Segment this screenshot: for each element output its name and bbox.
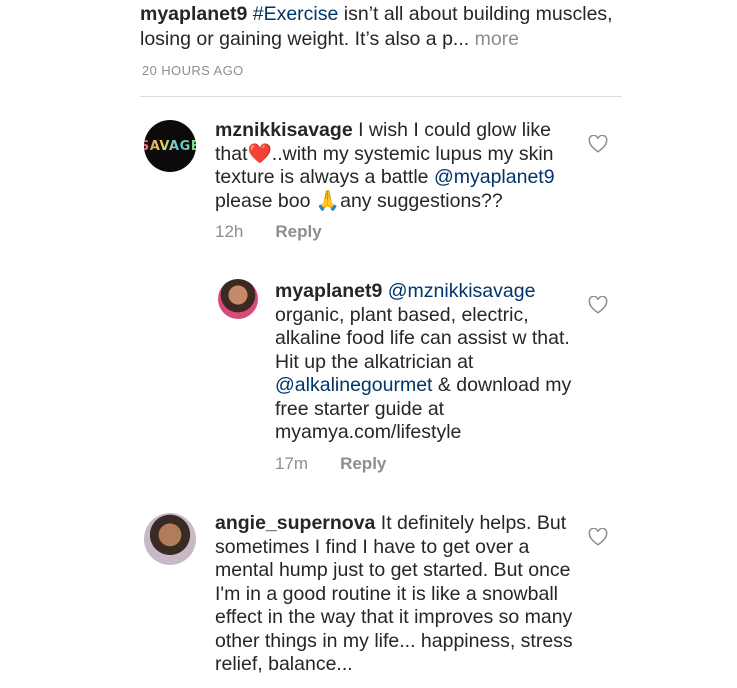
avatar[interactable] — [218, 279, 258, 319]
comment-text: angie_supernova It definitely helps. But… — [215, 512, 585, 677]
more-link[interactable]: more — [469, 28, 519, 50]
comment-body: please boo 🙏any suggestions?? — [215, 189, 503, 212]
post-username[interactable]: myaplanet9 — [140, 3, 247, 25]
comment-body: It definitely helps. But sometimes I fin… — [215, 512, 573, 675]
comment-username[interactable]: angie_supernova — [215, 512, 375, 534]
heart-outline-icon[interactable] — [588, 296, 608, 314]
comment-time: 17m — [275, 454, 309, 473]
reply-button[interactable]: Reply — [340, 454, 386, 473]
comment-username[interactable]: myaplanet9 — [275, 280, 382, 302]
mention-link[interactable]: @myaplanet9 — [434, 166, 555, 188]
comment-text: myaplanet9 @mznikkisavage organic, plant… — [275, 280, 575, 445]
comment-time: 12h — [215, 222, 244, 241]
comment-body: organic, plant based, electric, alkaline… — [275, 303, 570, 373]
hashtag-link[interactable]: #Exercise — [253, 3, 339, 25]
reply-button[interactable]: Reply — [275, 222, 321, 241]
post-caption: myaplanet9 #Exercise isn’t all about bui… — [140, 2, 640, 52]
comment-username[interactable]: mznikkisavage — [215, 119, 353, 141]
post-timestamp: 20 HOURS AGO — [142, 63, 244, 78]
mention-link[interactable]: @alkalinegourmet — [275, 374, 432, 396]
heart-outline-icon[interactable] — [588, 135, 608, 153]
mention-link[interactable]: @mznikkisavage — [388, 280, 536, 302]
comment-meta: 12h Reply — [215, 222, 322, 242]
avatar[interactable] — [144, 513, 196, 565]
heart-outline-icon[interactable] — [588, 528, 608, 546]
avatar[interactable]: SAVAGE — [144, 120, 196, 172]
divider — [140, 96, 622, 97]
comment-meta: 17m Reply — [275, 454, 386, 474]
comment-text: mznikkisavage I wish I could glow like t… — [215, 119, 575, 213]
avatar-logo-text: SAVAGE — [144, 139, 196, 154]
